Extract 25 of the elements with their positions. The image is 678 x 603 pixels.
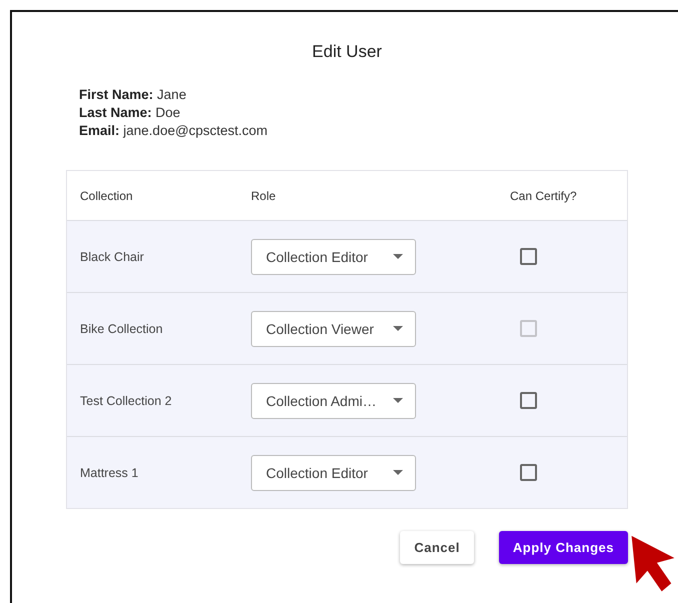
certify-checkbox[interactable]: [520, 248, 537, 265]
role-select[interactable]: Collection Editor: [251, 238, 416, 274]
collection-cell-text: Black Chair: [79, 250, 145, 264]
collection-cell-text: Bike Collection: [79, 322, 164, 336]
column-header: Can Certify?: [510, 188, 578, 202]
caret-icon: [393, 398, 403, 403]
collection-cell-text: Test Collection 2: [79, 394, 173, 408]
role-select[interactable]: Collection Editor: [251, 454, 416, 490]
certify-checkbox[interactable]: [520, 392, 537, 409]
cancel-button[interactable]: Cancel: [400, 531, 474, 564]
caret-icon: [393, 254, 403, 259]
user-detail: First Name: Jane: [79, 86, 188, 103]
user-detail: Last Name: Doe: [79, 104, 182, 121]
certify-checkbox[interactable]: [520, 464, 537, 481]
column-header: Collection: [79, 188, 134, 202]
caret-icon: [393, 470, 403, 475]
dialog-title: Edit User: [311, 42, 383, 62]
collection-cell-text: Mattress 1: [79, 466, 140, 480]
pointer-arrow-icon: [630, 534, 676, 594]
apply-button[interactable]: Apply Changes: [498, 531, 628, 564]
caret-icon: [393, 326, 403, 331]
user-detail: Email: jane.doe@cpsctest.com: [79, 122, 269, 139]
role-select[interactable]: Collection Admi…: [251, 382, 416, 418]
column-header: Role: [251, 188, 277, 202]
role-select[interactable]: Collection Viewer: [251, 310, 416, 346]
